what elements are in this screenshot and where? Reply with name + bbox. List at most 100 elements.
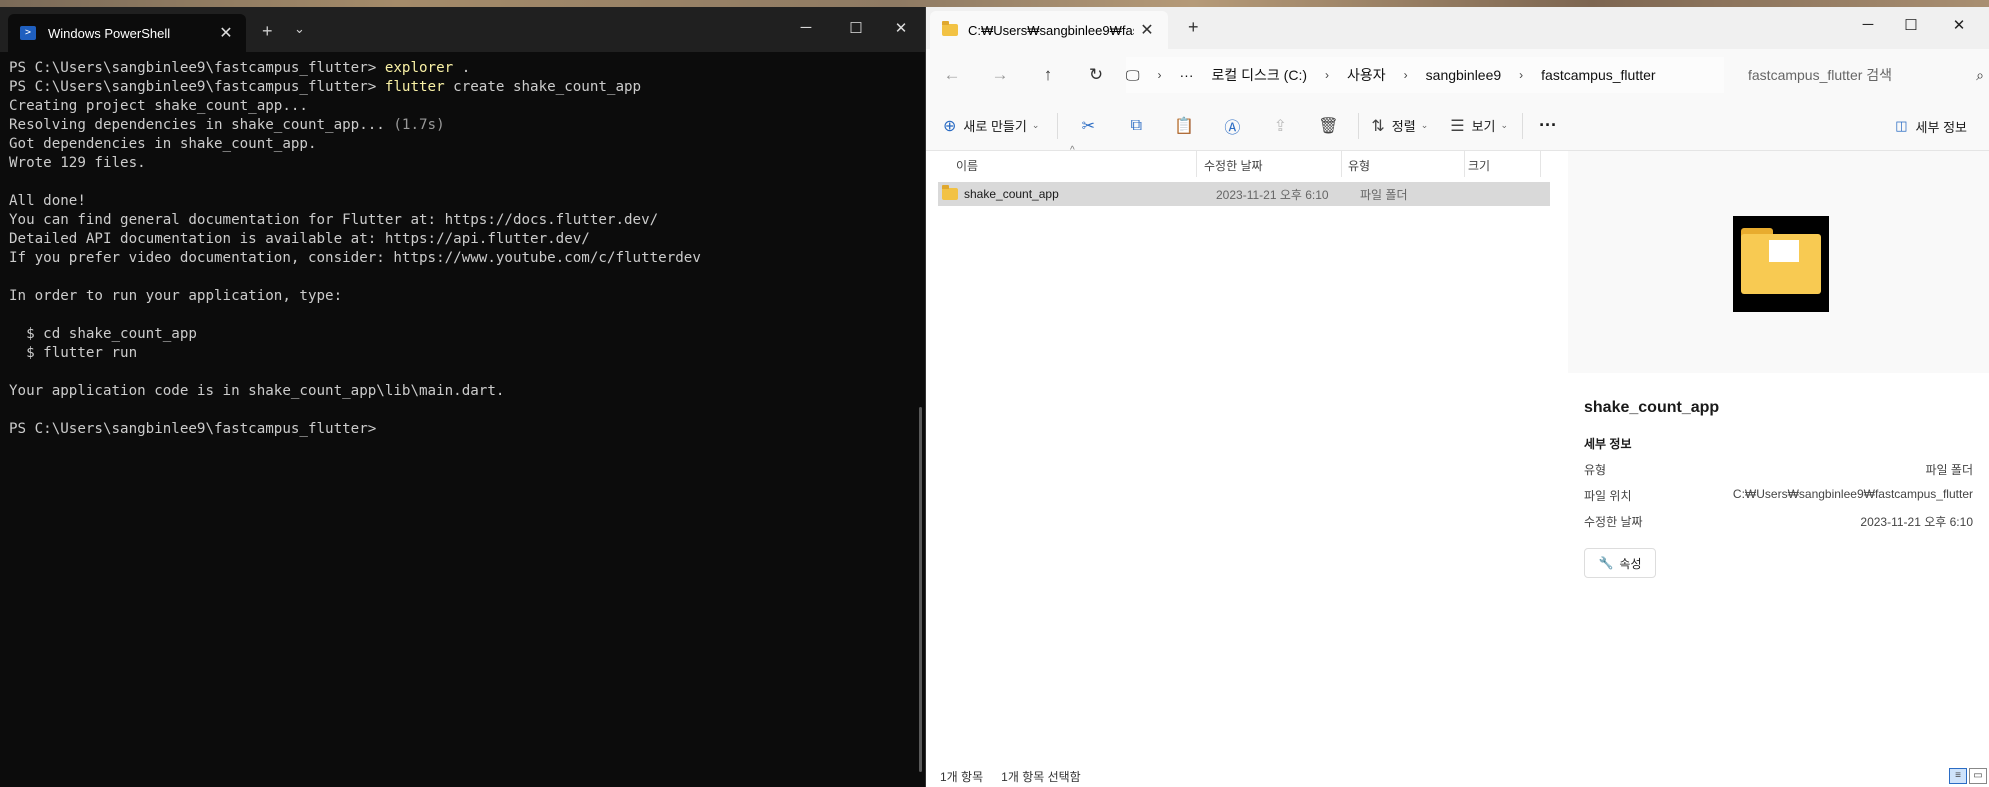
explorer-titlebar: C:₩Users₩sangbinlee9₩fastc ✕ + ─ ☐ ✕ [926, 7, 1989, 49]
file-date: 2023-11-21 오후 6:10 [1216, 187, 1329, 202]
view-list-icon: ☰ [1450, 117, 1465, 135]
detail-row-type: 유형 파일 폴더 [1584, 461, 1973, 478]
maximize-button[interactable]: ☐ [833, 19, 879, 37]
properties-button[interactable]: 🔧 속성 [1584, 548, 1656, 578]
details-section-heading: 세부 정보 [1584, 437, 1632, 451]
more-locations-icon[interactable]: ··· [1180, 67, 1194, 83]
terminal-line: In order to run your application, type: [9, 288, 343, 304]
terminal-line: You can find general documentation for F… [9, 212, 659, 228]
terminal-line: PS C:\Users\sangbinlee9\fastcampus_flutt… [9, 79, 642, 95]
share-icon[interactable]: ⇪ [1256, 116, 1304, 136]
sort-button[interactable]: ⇅ 정렬 ⌄ [1371, 109, 1428, 143]
powershell-icon: > [20, 26, 36, 40]
document-icon [1769, 240, 1799, 262]
rename-icon[interactable]: Ⓐ [1208, 114, 1256, 138]
view-button[interactable]: ☰ 보기 ⌄ [1450, 109, 1508, 143]
column-date[interactable]: 수정한 날짜 [1204, 157, 1263, 174]
breadcrumb-item-folder[interactable]: fastcampus_flutter [1541, 67, 1655, 83]
cut-icon[interactable]: ✂ [1064, 116, 1112, 136]
chevron-right-icon: › [1325, 68, 1330, 82]
details-pane-button[interactable]: ◫ 세부 정보 [1895, 109, 1967, 143]
computer-icon[interactable]: 🖵 [1126, 67, 1140, 84]
address-bar[interactable]: 🖵 › ··· 로컬 디스크 (C:) › 사용자 › sangbinlee9 … [1126, 57, 1724, 93]
back-arrow-icon[interactable]: ← [940, 65, 964, 85]
command-bar: ⊕ 새로 만들기 ⌄ ✂ ⧉ 📋 Ⓐ ⇪ 🗑 ⇅ 정렬 ⌄ ☰ 보기 ⌄ ···… [926, 101, 1989, 151]
sort-icon: ⇅ [1371, 117, 1385, 135]
up-arrow-icon[interactable]: ↑ [1036, 65, 1060, 85]
new-tab-button[interactable]: + [262, 21, 273, 42]
terminal-line: Creating project shake_count_app... [9, 98, 308, 114]
chevron-right-icon: › [1519, 68, 1524, 82]
detail-row-modified: 수정한 날짜 2023-11-21 오후 6:10 [1584, 513, 1973, 530]
delete-icon[interactable]: 🗑 [1304, 116, 1352, 136]
column-divider[interactable] [1196, 151, 1197, 177]
terminal-line: $ flutter run [9, 345, 138, 361]
maximize-button[interactable]: ☐ [1888, 16, 1934, 34]
close-button[interactable]: ✕ [1936, 16, 1982, 34]
column-divider[interactable] [1341, 151, 1342, 177]
column-type[interactable]: 유형 [1348, 157, 1370, 174]
copy-icon[interactable]: ⧉ [1112, 117, 1160, 135]
file-type: 파일 폴더 [1360, 187, 1408, 202]
sort-button-label: 정렬 [1391, 119, 1416, 134]
file-list: ^ 이름 수정한 날짜 유형 크기 shake_count_app 2023-1… [926, 145, 1550, 767]
new-button[interactable]: ⊕ 새로 만들기 ⌄ [943, 109, 1039, 143]
minimize-button[interactable]: ─ [783, 19, 829, 36]
divider [1358, 112, 1360, 139]
column-size[interactable]: 크기 [1468, 157, 1490, 174]
terminal-output[interactable]: PS C:\Users\sangbinlee9\fastcampus_flutt… [0, 52, 925, 787]
close-tab-icon[interactable]: ✕ [1134, 20, 1160, 40]
terminal-line: Got dependencies in shake_count_app. [9, 136, 317, 152]
detail-value: 2023-11-21 오후 6:10 [1860, 515, 1973, 529]
explorer-tab[interactable]: C:₩Users₩sangbinlee9₩fastc ✕ [930, 11, 1168, 49]
folder-body [1741, 234, 1821, 294]
chevron-right-icon: › [1403, 68, 1408, 82]
search-input[interactable]: fastcampus_flutter 검색 ⌕ [1736, 57, 1986, 93]
more-options-icon[interactable]: ··· [1539, 109, 1557, 143]
chevron-down-icon: ⌄ [1500, 120, 1509, 130]
new-tab-button[interactable]: + [1188, 17, 1199, 38]
divider [1057, 112, 1059, 139]
column-divider[interactable] [1540, 151, 1541, 177]
breadcrumb-item-users[interactable]: 사용자 [1347, 65, 1386, 85]
paste-icon[interactable]: 📋 [1160, 116, 1208, 136]
forward-arrow-icon[interactable]: → [988, 65, 1012, 85]
detail-label: 유형 [1584, 463, 1607, 477]
breadcrumb-item-drive[interactable]: 로컬 디스크 (C:) [1212, 65, 1308, 85]
properties-label: 속성 [1619, 556, 1642, 571]
terminal-line: PS C:\Users\sangbinlee9\fastcampus_flutt… [9, 421, 385, 437]
chevron-down-icon: ⌄ [1031, 120, 1040, 130]
status-bar: 1개 항목 1개 항목 선택함 ≡ ▭ [926, 765, 1989, 787]
file-row[interactable]: shake_count_app 2023-11-21 오후 6:10 파일 폴더 [938, 182, 1550, 206]
refresh-icon[interactable]: ↻ [1084, 65, 1108, 85]
large-icons-view-icon[interactable]: ▭ [1969, 768, 1987, 784]
detail-value[interactable]: C:₩Users₩sangbinlee9₩fastcampus_flutter [1733, 487, 1973, 504]
divider [1522, 112, 1524, 139]
breadcrumb-item-user[interactable]: sangbinlee9 [1426, 67, 1502, 83]
column-divider[interactable] [1464, 151, 1465, 177]
detail-value: 파일 폴더 [1925, 463, 1974, 477]
detail-label: 수정한 날짜 [1584, 515, 1643, 529]
terminal-tab[interactable]: > Windows PowerShell ✕ [8, 14, 246, 52]
close-tab-icon[interactable]: ✕ [212, 23, 240, 43]
terminal-line: PS C:\Users\sangbinlee9\fastcampus_flutt… [9, 60, 471, 76]
details-pane: shake_count_app 세부 정보 유형 파일 폴더 파일 위치 C:₩… [1568, 387, 1989, 578]
new-button-label: 새로 만들기 [963, 119, 1027, 134]
file-name: shake_count_app [964, 187, 1059, 201]
minimize-button[interactable]: ─ [1845, 16, 1891, 33]
close-button[interactable]: ✕ [878, 19, 924, 37]
terminal-line: Wrote 129 files. [9, 155, 146, 171]
detail-row-location: 파일 위치 C:₩Users₩sangbinlee9₩fastcampus_fl… [1584, 487, 1973, 504]
column-name[interactable]: 이름 [956, 157, 978, 174]
powershell-window: > Windows PowerShell ✕ + ⌄ ─ ☐ ✕ PS C:\U… [0, 7, 926, 787]
chevron-down-icon[interactable]: ⌄ [294, 21, 305, 37]
terminal-scrollbar[interactable] [919, 407, 922, 772]
terminal-line: If you prefer video documentation, consi… [9, 250, 701, 266]
search-placeholder: fastcampus_flutter 검색 [1748, 67, 1893, 83]
details-view-icon[interactable]: ≡ [1949, 768, 1967, 784]
terminal-line: $ cd shake_count_app [9, 326, 197, 342]
